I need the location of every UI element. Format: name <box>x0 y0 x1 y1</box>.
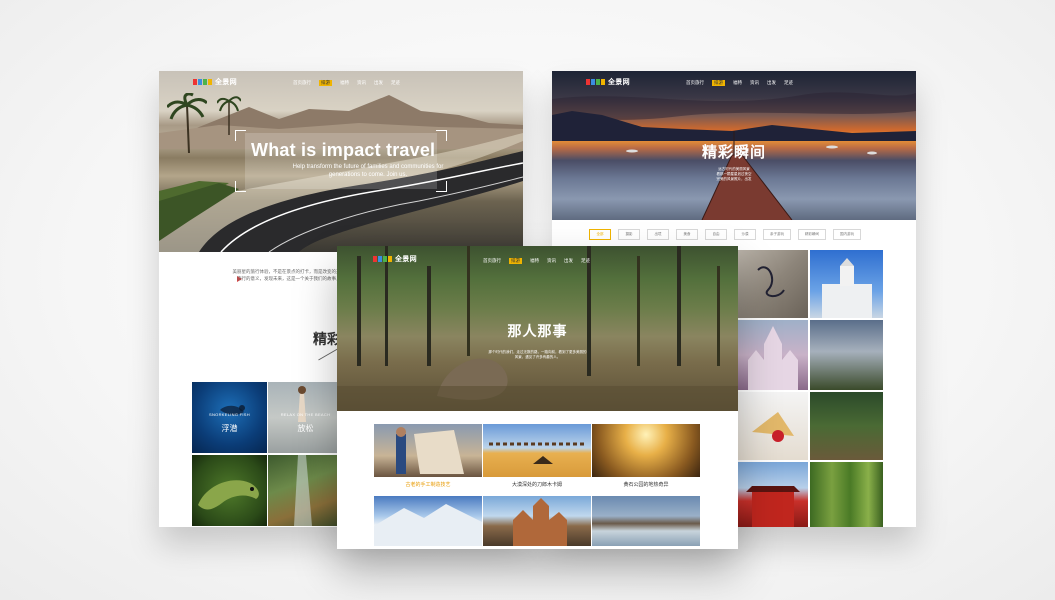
story-thumb-desert[interactable] <box>483 424 591 477</box>
nav-link[interactable]: 足迹 <box>581 258 590 264</box>
right-hero-image: 全景网 首页旅行 排游 福特 资讯 出发 足迹 精彩瞬间 远古时代的美丽风景 看… <box>552 71 916 220</box>
tile-big-label: 浮潜 <box>221 424 238 433</box>
front-hero-title: 那人那事 <box>507 323 568 339</box>
nav-link[interactable]: 福特 <box>733 80 742 86</box>
photo-castle[interactable] <box>738 320 808 390</box>
photo-graffiti-wall[interactable] <box>738 250 808 318</box>
mockup-front-page: 全景网 首页旅行 排游 福特 资讯 出发 足迹 那人那事 那个时代的我们，走过无… <box>337 246 738 549</box>
tile-waterfall[interactable] <box>268 455 343 526</box>
logo[interactable]: 全景网 <box>193 77 237 87</box>
nav-link[interactable]: 首页旅行 <box>293 80 311 86</box>
nav-link-active[interactable]: 排游 <box>319 80 332 86</box>
photo-tree-tunnel[interactable] <box>810 392 883 460</box>
right-hero-subtitle: 远古时代的美丽风景 看那一颗星星划过夜空 完美的风景照片，出发 <box>716 167 752 181</box>
nav-link[interactable]: 足迹 <box>784 80 793 86</box>
nav-links: 首页旅行 排游 福特 资讯 出发 足迹 <box>483 258 590 264</box>
photo-dessert[interactable] <box>738 392 808 460</box>
logo[interactable]: 全景网 <box>373 254 417 264</box>
tile-big-label: 放松 <box>297 424 314 433</box>
nav-link[interactable]: 福特 <box>530 258 539 264</box>
tile-small-label: RELAX ON THE BEACH <box>280 412 331 417</box>
tab-all[interactable]: 全部 <box>589 229 611 240</box>
divider-line <box>318 348 338 361</box>
tile-small-label: SNORKELING FISH <box>209 412 250 417</box>
photo-red-temple[interactable] <box>738 462 808 527</box>
photo-white-building[interactable] <box>810 250 883 318</box>
nav-links: 首页旅行 排游 福特 资讯 出发 足迹 <box>686 80 793 86</box>
right-nav-bar: 全景网 首页旅行 排游 福特 资讯 出发 足迹 <box>552 71 916 93</box>
nav-link[interactable]: 出发 <box>564 258 573 264</box>
nav-link-active[interactable]: 排游 <box>712 80 725 86</box>
tab-outbound[interactable]: 出境 <box>647 229 669 240</box>
front-hero-image: 全景网 首页旅行 排游 福特 资讯 出发 足迹 那人那事 那个时代的我们，走过无… <box>337 246 738 411</box>
story-caption[interactable]: 大漠深处的刀郎木卡姆 <box>483 481 591 488</box>
logo-text: 全景网 <box>395 256 417 263</box>
nav-link[interactable]: 首页旅行 <box>483 258 501 264</box>
front-hero-subtitle: 那个时代的我们，走过无数的路，一路向前，看到了更多美丽的风景，遇见了许多有趣的人… <box>488 350 587 359</box>
photo-bamboo-forest[interactable] <box>810 462 883 527</box>
nav-link[interactable]: 福特 <box>340 80 349 86</box>
left-hero-subtitle: Help transform the future of families an… <box>292 164 444 178</box>
tile-relax[interactable]: RELAX ON THE BEACH 放松 <box>268 382 343 453</box>
photo-church-clouds[interactable] <box>810 320 883 390</box>
story-caption[interactable]: 古老的手工制造技艺 <box>374 481 482 488</box>
category-tabs: 全部 摄影 出境 美食 自由 沙漠 亲子游玩 精彩瞬间 国内游玩 <box>589 229 861 240</box>
story-caption[interactable]: 黄石公园的地热奇异 <box>592 481 700 488</box>
nav-link[interactable]: 资讯 <box>357 80 366 86</box>
tab-domestic[interactable]: 国内游玩 <box>833 229 861 240</box>
tab-family[interactable]: 亲子游玩 <box>763 229 791 240</box>
logo[interactable]: 全景网 <box>586 77 630 87</box>
nav-link[interactable]: 出发 <box>767 80 776 86</box>
story-thumb-craft[interactable] <box>374 424 482 477</box>
tab-food[interactable]: 美食 <box>676 229 698 240</box>
left-hero-title: What is impact travel <box>251 140 436 160</box>
nav-link[interactable]: 足迹 <box>391 80 400 86</box>
tab-moments[interactable]: 精彩瞬间 <box>798 229 826 240</box>
nav-link[interactable]: 资讯 <box>547 258 556 264</box>
story-thumb-yellowstone[interactable] <box>592 424 700 477</box>
nav-link-active[interactable]: 排游 <box>509 258 522 264</box>
logo-text: 全景网 <box>215 79 237 86</box>
tile-snorkeling[interactable]: SNORKELING FISH 浮潜 <box>192 382 267 453</box>
tab-desert[interactable]: 沙漠 <box>734 229 756 240</box>
story-thumb-coast[interactable] <box>592 496 700 546</box>
story-thumb-snow-mountain[interactable] <box>374 496 482 546</box>
tile-iguana[interactable] <box>192 455 267 526</box>
front-nav-bar: 全景网 首页旅行 排游 福特 资讯 出发 足迹 <box>337 246 738 268</box>
left-nav-bar: 全景网 首页旅行 排游 福特 资讯 出发 足迹 <box>159 71 523 93</box>
tab-photo[interactable]: 摄影 <box>618 229 640 240</box>
logo-text: 全景网 <box>608 79 630 86</box>
nav-link[interactable]: 出发 <box>374 80 383 86</box>
left-hero-image: 全景网 首页旅行 排游 福特 资讯 出发 足迹 What is impact t… <box>159 71 523 252</box>
nav-link[interactable]: 资讯 <box>750 80 759 86</box>
nav-link[interactable]: 首页旅行 <box>686 80 704 86</box>
right-hero-title: 精彩瞬间 <box>701 144 766 161</box>
nav-links: 首页旅行 排游 福特 资讯 出发 足迹 <box>293 80 400 86</box>
story-thumb-castle[interactable] <box>483 496 591 546</box>
tab-free[interactable]: 自由 <box>705 229 727 240</box>
